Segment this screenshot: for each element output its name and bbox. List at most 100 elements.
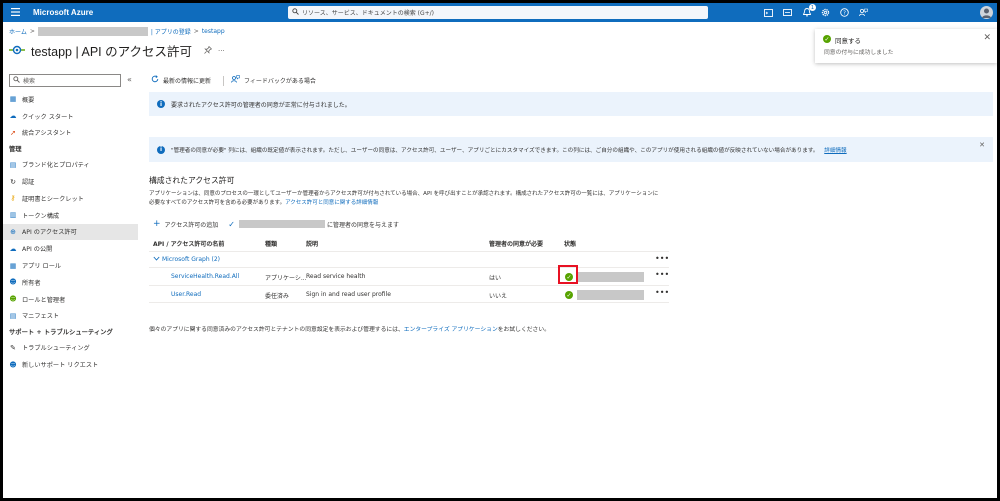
table-row: User.Read 委任済み Sign in and read user pro… [149,285,669,303]
sidebar-item-label: 所有者 [22,279,41,287]
sidebar-item[interactable]: ↻ 認証 [3,173,138,190]
help-icon[interactable]: ? [839,7,850,18]
column-header-status[interactable]: 状態 [564,239,576,248]
avatar[interactable] [980,6,993,19]
sidebar-item-label: 認証 [22,179,35,187]
close-icon[interactable]: ✕ [983,33,991,43]
refresh-button[interactable]: 最新の情報に更新 [151,75,211,85]
sidebar-item-label: API のアクセス許可 [22,229,77,237]
notification-count-badge: 1 [809,4,816,11]
success-check-icon: ✓ [823,35,831,43]
feedback-label: フィードバックがある場合 [244,77,316,85]
info-banner-text: "管理者の同意が必要" 列には、組織の既定値が表示されます。ただし、ユーザーの同… [171,146,847,154]
sidebar-item[interactable]: ▦ アプリ ロール [3,257,138,274]
collapse-sidebar-button[interactable]: « [127,75,132,84]
row-more-button[interactable]: ••• [655,288,669,297]
breadcrumb-app-registrations[interactable]: | アプリの登録 [151,27,191,36]
redacted-tenant [238,220,325,228]
search-icon [13,76,20,85]
permissions-info-link[interactable]: アクセス許可と同意に関する詳細情報 [285,200,378,206]
sidebar-nav: ▦ 概要 ☁ クイック スタート ➚ 統合アシスタント 管理 ▤ ブランド化とプロパティ ↻ 認… [3,91,138,373]
svg-text:?: ? [843,11,846,17]
more-options-icon[interactable]: ··· [218,47,225,55]
sidebar-item[interactable]: ▦ 概要 [3,91,138,108]
api-group-label: Microsoft Graph (2) [162,256,221,263]
sidebar-item[interactable]: ▤ ブランド化とプロパティ [3,156,138,173]
info-icon: i [157,100,165,108]
sidebar-item[interactable]: ☻ ロールと管理者 [3,291,138,308]
rocket-icon: ➚ [10,128,16,137]
pin-icon[interactable] [204,45,213,56]
notifications-icon[interactable]: 1 [801,4,816,18]
sidebar-item[interactable]: ⊕ API のアクセス許可 [3,223,138,241]
row-more-button[interactable]: ••• [655,270,669,279]
sidebar-item-label: API の公開 [22,246,53,254]
checkmark-icon: ✓ [228,219,235,229]
add-icon: + [153,219,161,229]
api-group-row[interactable]: Microsoft Graph (2) [153,256,220,263]
permission-name-link[interactable]: User.Read [171,291,201,298]
description-line-1: アプリケーションは、同意のプロセスの一環としてユーザーか管理者からアクセス許可が… [149,191,659,197]
sidebar-item[interactable]: ☻ 所有者 [3,274,138,291]
sidebar-search-placeholder: 検索 [23,78,36,85]
admin-consent-required: いいえ [489,293,508,300]
feedback-button[interactable]: フィードバックがある場合 [231,75,316,85]
refresh-label: 最新の情報に更新 [163,77,212,85]
redacted-status-text [577,272,644,282]
breadcrumb-separator: > [29,28,35,35]
feedback-icon[interactable] [858,7,869,18]
column-header-type[interactable]: 種類 [265,239,277,248]
column-header-description[interactable]: 説明 [306,239,318,248]
sidebar-item[interactable]: ✎ トラブルシューティング [3,339,138,356]
breadcrumb-app[interactable]: testapp [202,28,225,35]
enterprise-apps-note: 個々のアプリに関する同意済みのアクセス許可とテナントの同意設定を表示および管理す… [149,324,550,333]
sidebar-item-label: トラブルシューティング [22,345,90,353]
overview-icon: ▦ [9,95,17,104]
group-more-button[interactable]: ••• [655,254,669,263]
description-text: 必要なすべてのアクセス許可を含める必要があります。 [149,200,286,206]
column-header-admin-consent[interactable]: 管理者の同意が必要 [489,239,543,248]
toast-message: 同意の付与に成功しました [824,50,894,56]
directory-filter-icon[interactable] [782,7,793,18]
learn-more-link[interactable]: 詳細情報 [824,148,846,154]
permission-name-link[interactable]: ServiceHealth.Read.All [171,273,239,280]
brand-title[interactable]: Microsoft Azure [33,8,283,17]
cloud-shell-icon[interactable] [763,7,774,18]
sidebar-item-label: 証明書とシークレット [22,195,84,203]
grant-admin-consent-button[interactable]: に管理者の同意を与えます [238,220,399,229]
info-icon: i [157,145,165,154]
command-bar: 最新の情報に更新 フィードバックがある場合 [151,75,316,85]
support-section-header: サポート + トラブルシューティング [9,329,113,337]
add-permission-button[interactable]: アクセス許可の追加 [165,220,219,229]
description-line-2: 必要なすべてのアクセス許可を含める必要があります。アクセス許可と同意に関する詳細… [149,199,679,208]
sidebar-item-label: アプリ ロール [22,263,62,271]
sidebar-item[interactable]: ▥ トークン構成 [3,207,138,224]
page-title: testapp | API のアクセス許可 [31,45,193,59]
column-header-api[interactable]: API / アクセス許可の名前 [153,239,224,248]
sidebar-item[interactable]: ☻ 新しいサポート リクエスト [3,356,138,373]
global-search-input[interactable]: リソース、サービス、ドキュメントの検索 (G+/) [288,6,708,19]
configured-permissions-title: 構成されたアクセス許可 [149,176,235,185]
azure-portal-window: Microsoft Azure リソース、サービス、ドキュメントの検索 (G+/… [3,3,997,498]
redacted-tenant [37,27,148,36]
sidebar-item[interactable]: ▤ マニフェスト [3,308,138,325]
refresh-icon [151,75,159,85]
settings-gear-icon[interactable] [820,7,831,18]
enterprise-apps-link[interactable]: エンタープライズ アプリケーション [404,327,498,333]
sidebar-item[interactable]: ☁ API の公開 [3,240,138,257]
sidebar-item[interactable]: ➚ 統合アシスタント [3,125,138,142]
footer-text: 個々のアプリに関する同意済みのアクセス許可とテナントの同意設定を表示および管理す… [149,327,404,333]
sidebar-item-label: トークン構成 [22,212,60,220]
table-row: ServiceHealth.Read.All アプリケーシ... Read se… [149,267,669,285]
breadcrumb-home[interactable]: ホーム [9,27,27,36]
sidebar-item[interactable]: ⚷ 証明書とシークレット [3,190,138,207]
sidebar-search-input[interactable]: 検索 [9,74,121,87]
configured-permissions-description: アプリケーションは、同意のプロセスの一環としてユーザーか管理者からアクセス許可が… [149,190,679,208]
sidebar-item[interactable]: ☁ クイック スタート [3,108,138,125]
table-divider [149,251,669,252]
hamburger-icon[interactable] [11,8,20,18]
breadcrumb: ホーム > | アプリの登録 > testapp [9,27,225,36]
grant-consent-label: に管理者の同意を与えます [326,221,399,229]
granted-check-icon: ✓ [565,291,573,299]
close-icon[interactable]: ✕ [979,141,985,149]
